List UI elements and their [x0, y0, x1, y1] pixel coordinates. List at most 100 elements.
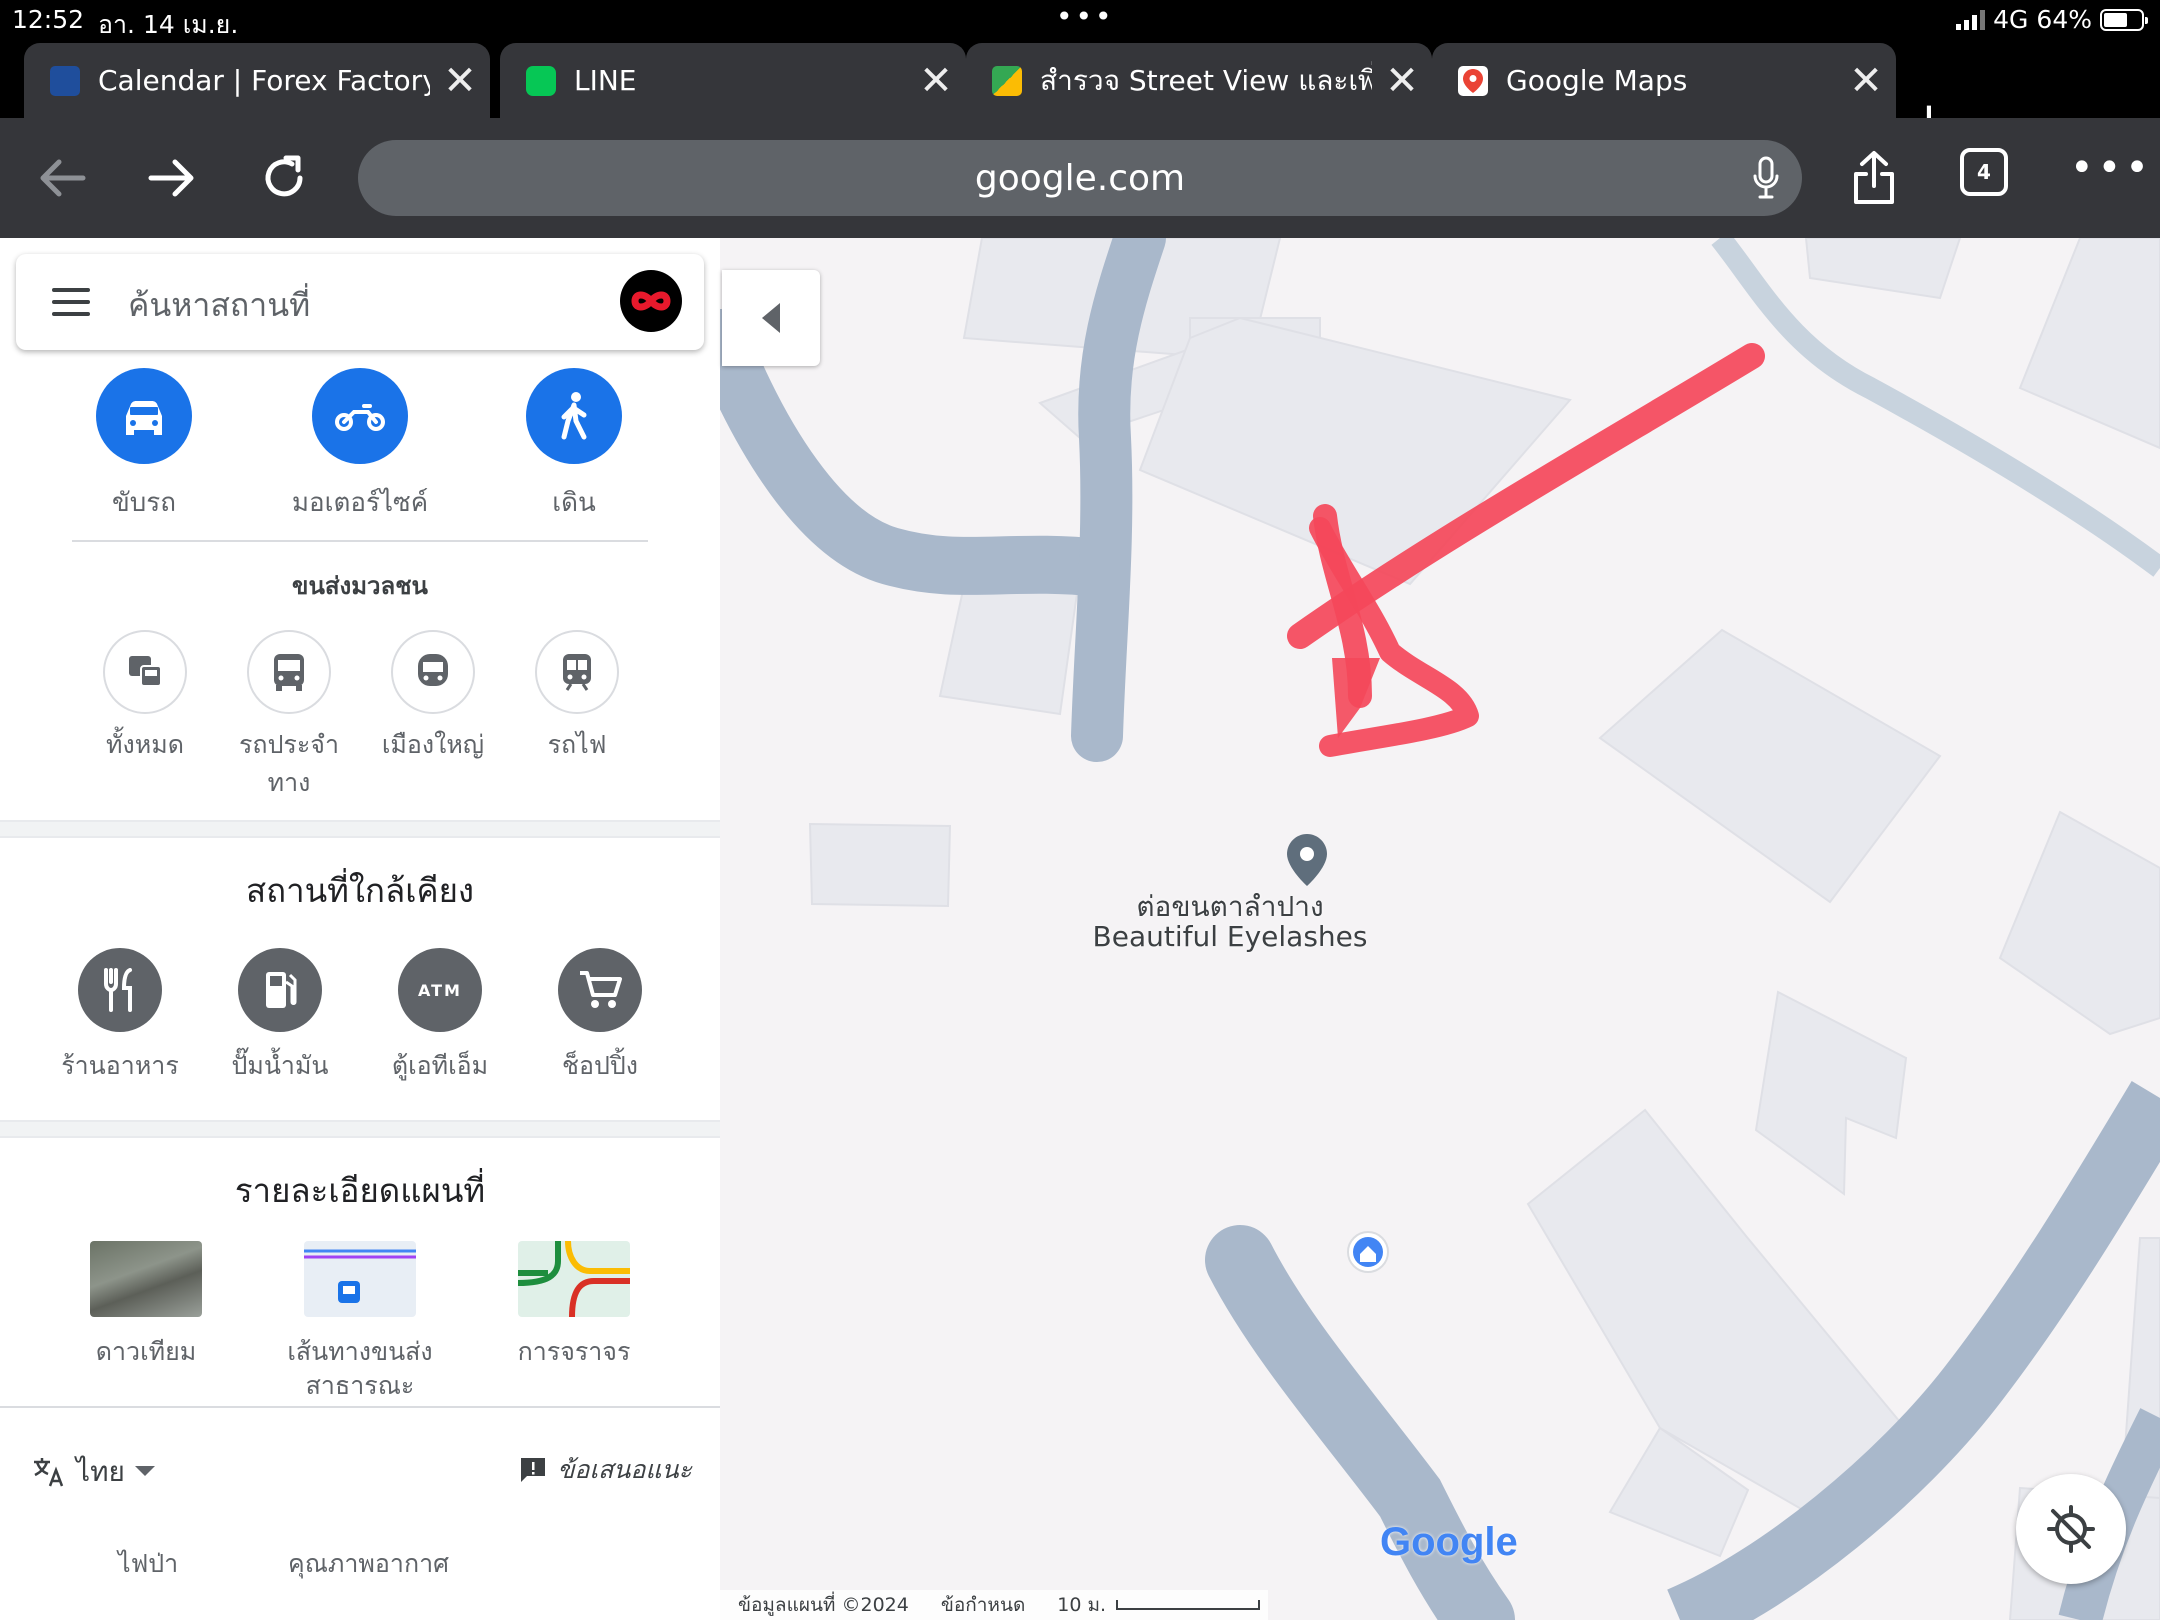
- forward-arrow-icon: [148, 159, 194, 197]
- transit-thumbnail: [304, 1241, 416, 1317]
- feedback-label: ข้อเสนอแนะ: [557, 1455, 692, 1484]
- section-separator: [0, 1120, 720, 1138]
- network-type: 4G: [1993, 5, 2029, 34]
- transit-subway[interactable]: เมืองใหญ่: [363, 630, 503, 764]
- map-footer: ข้อมูลแผนที่ ©2024 ข้อกำหนด 10 ม.: [720, 1590, 1268, 1620]
- travel-mode-label: ขับรถ: [112, 488, 176, 518]
- transit-bus[interactable]: รถประจำทาง: [219, 630, 359, 802]
- close-tab-icon[interactable]: ✕: [906, 51, 966, 111]
- close-tab-icon[interactable]: ✕: [1372, 51, 1432, 111]
- multitask-dots[interactable]: •••: [1056, 0, 1115, 33]
- language-label: ไทย: [76, 1455, 125, 1488]
- gas-station-icon: [238, 948, 322, 1032]
- back-button[interactable]: [30, 146, 94, 210]
- clock: 12:52: [12, 5, 85, 34]
- travel-mode-walk[interactable]: เดิน: [474, 368, 674, 523]
- nearby-label: ตู้เอทีเอ็ม: [391, 1051, 489, 1080]
- tab-strip: Calendar | Forex Factory ✕ LINE ✕ สำรวจ …: [0, 40, 2160, 149]
- forward-button[interactable]: [140, 146, 204, 210]
- travel-mode-label: มอเตอร์ไซค์: [291, 488, 429, 518]
- home-marker-icon: [1347, 1231, 1389, 1273]
- car-icon: [96, 368, 192, 464]
- traffic-thumbnail: [518, 1241, 630, 1317]
- more-menu-button[interactable]: •••: [2070, 148, 2153, 188]
- place-name-thai: ต่อขนตาลำปาง: [1136, 890, 1324, 923]
- satellite-thumbnail: [90, 1241, 202, 1317]
- search-box[interactable]: ค้นหาสถานที่: [16, 254, 704, 350]
- dropdown-arrow-icon: [134, 1466, 155, 1476]
- back-arrow-icon: [40, 159, 86, 197]
- google-logo: Google: [1380, 1520, 1518, 1565]
- url-text: google.com: [974, 157, 1186, 199]
- scale-bar[interactable]: 10 ม.: [1057, 1590, 1261, 1620]
- nearby-label: ช็อปปิ้ง: [562, 1051, 638, 1080]
- travel-mode-motorcycle[interactable]: มอเตอร์ไซค์: [260, 368, 460, 523]
- collapse-panel-button[interactable]: [722, 270, 820, 366]
- transit-train[interactable]: รถไฟ: [507, 630, 647, 764]
- chevron-left-icon: [762, 303, 780, 333]
- nearby-restaurant[interactable]: ร้านอาหาร: [40, 948, 200, 1086]
- walk-icon: [526, 368, 622, 464]
- nearby-section-title: สถานที่ใกล้เคียง: [245, 871, 475, 910]
- transit-all[interactable]: ทั้งหมด: [75, 630, 215, 764]
- bus-icon: [247, 630, 331, 714]
- transit-label: ทั้งหมด: [106, 730, 184, 759]
- tab-switcher-button[interactable]: 4: [1960, 148, 2008, 196]
- tab-title: LINE: [574, 64, 637, 97]
- google-maps-favicon-icon: [1458, 65, 1488, 96]
- divider: [72, 540, 648, 542]
- transit-label: รถประจำทาง: [239, 730, 339, 797]
- nearby-shopping[interactable]: ช็อปปิ้ง: [520, 948, 680, 1086]
- tab-title: Google Maps: [1506, 64, 1688, 97]
- transit-section-title: ขนส่งมวลชน: [292, 572, 428, 600]
- nearby-gas-station[interactable]: ปั๊มน้ำมัน: [200, 948, 360, 1086]
- tab-line[interactable]: LINE ✕: [500, 43, 966, 118]
- tab-forex-factory[interactable]: Calendar | Forex Factory ✕: [24, 43, 490, 118]
- tab-google-maps[interactable]: Google Maps ✕: [1432, 43, 1896, 118]
- tab-title: สำรวจ Street View และเพิ่มรูปภาพของคุณเอ…: [1040, 63, 1372, 97]
- date: อา. 14 เม.ย.: [98, 10, 239, 39]
- share-button[interactable]: [1842, 146, 1906, 210]
- maps-side-panel: ค้นหาสถานที่ ขับรถ มอเตอร์ไซค์ เดิน ขนส่…: [0, 238, 720, 1620]
- shopping-cart-icon: [558, 948, 642, 1032]
- map-layer-traffic[interactable]: การจราจร: [464, 1241, 684, 1369]
- place-marker-icon: [1287, 834, 1327, 886]
- terms-link[interactable]: ข้อกำหนด: [941, 1590, 1025, 1620]
- divider: [0, 1406, 720, 1408]
- location-disabled-icon: [2047, 1505, 2095, 1553]
- place-label[interactable]: ต่อขนตาลำปาง Beautiful Eyelashes: [1090, 892, 1370, 952]
- avatar[interactable]: [620, 270, 682, 332]
- travel-mode-drive[interactable]: ขับรถ: [44, 368, 244, 523]
- reload-button[interactable]: [252, 146, 316, 210]
- map-layer-transit[interactable]: เส้นทางขนส่งสาธารณะ: [250, 1241, 470, 1403]
- transit-label: รถไฟ: [547, 730, 607, 759]
- microphone-icon[interactable]: [1752, 156, 1780, 209]
- atm-icon: ATM: [398, 948, 482, 1032]
- search-input[interactable]: ค้นหาสถานที่: [128, 280, 310, 331]
- wildfire-link[interactable]: ไฟป่า: [118, 1544, 178, 1584]
- map-layer-satellite[interactable]: ดาวเทียม: [36, 1241, 256, 1369]
- nearby-label: ปั๊มน้ำมัน: [231, 1051, 329, 1080]
- language-selector[interactable]: ไทย: [32, 1450, 155, 1494]
- my-location-button[interactable]: [2016, 1474, 2126, 1584]
- address-bar[interactable]: google.com: [358, 140, 1802, 216]
- map-layer-label: การจราจร: [517, 1337, 631, 1366]
- street-view-favicon-icon: [992, 65, 1022, 96]
- map-layer-label: ดาวเทียม: [95, 1337, 197, 1366]
- air-quality-link[interactable]: คุณภาพอากาศ: [288, 1544, 449, 1584]
- map-canvas[interactable]: [720, 238, 2160, 1620]
- section-separator: [0, 820, 720, 838]
- status-bar: 12:52 อา. 14 เม.ย. ••• 4G 64%: [0, 0, 2160, 40]
- feedback-button[interactable]: ข้อเสนอแนะ: [519, 1450, 692, 1490]
- hamburger-menu-icon[interactable]: [52, 288, 90, 324]
- transit-all-icon: [103, 630, 187, 714]
- forex-factory-favicon-icon: [50, 65, 80, 96]
- close-tab-icon[interactable]: ✕: [1836, 51, 1896, 111]
- tab-street-view[interactable]: สำรวจ Street View และเพิ่มรูปภาพของคุณเอ…: [966, 43, 1432, 118]
- map-drawing: [720, 238, 2160, 1620]
- nearby-atm[interactable]: ATM ตู้เอทีเอ็ม: [360, 948, 520, 1086]
- line-favicon-icon: [526, 65, 556, 96]
- close-tab-icon[interactable]: ✕: [430, 51, 490, 111]
- google-logo-text: Google: [1380, 1520, 1518, 1564]
- battery-percent: 64%: [2036, 5, 2092, 34]
